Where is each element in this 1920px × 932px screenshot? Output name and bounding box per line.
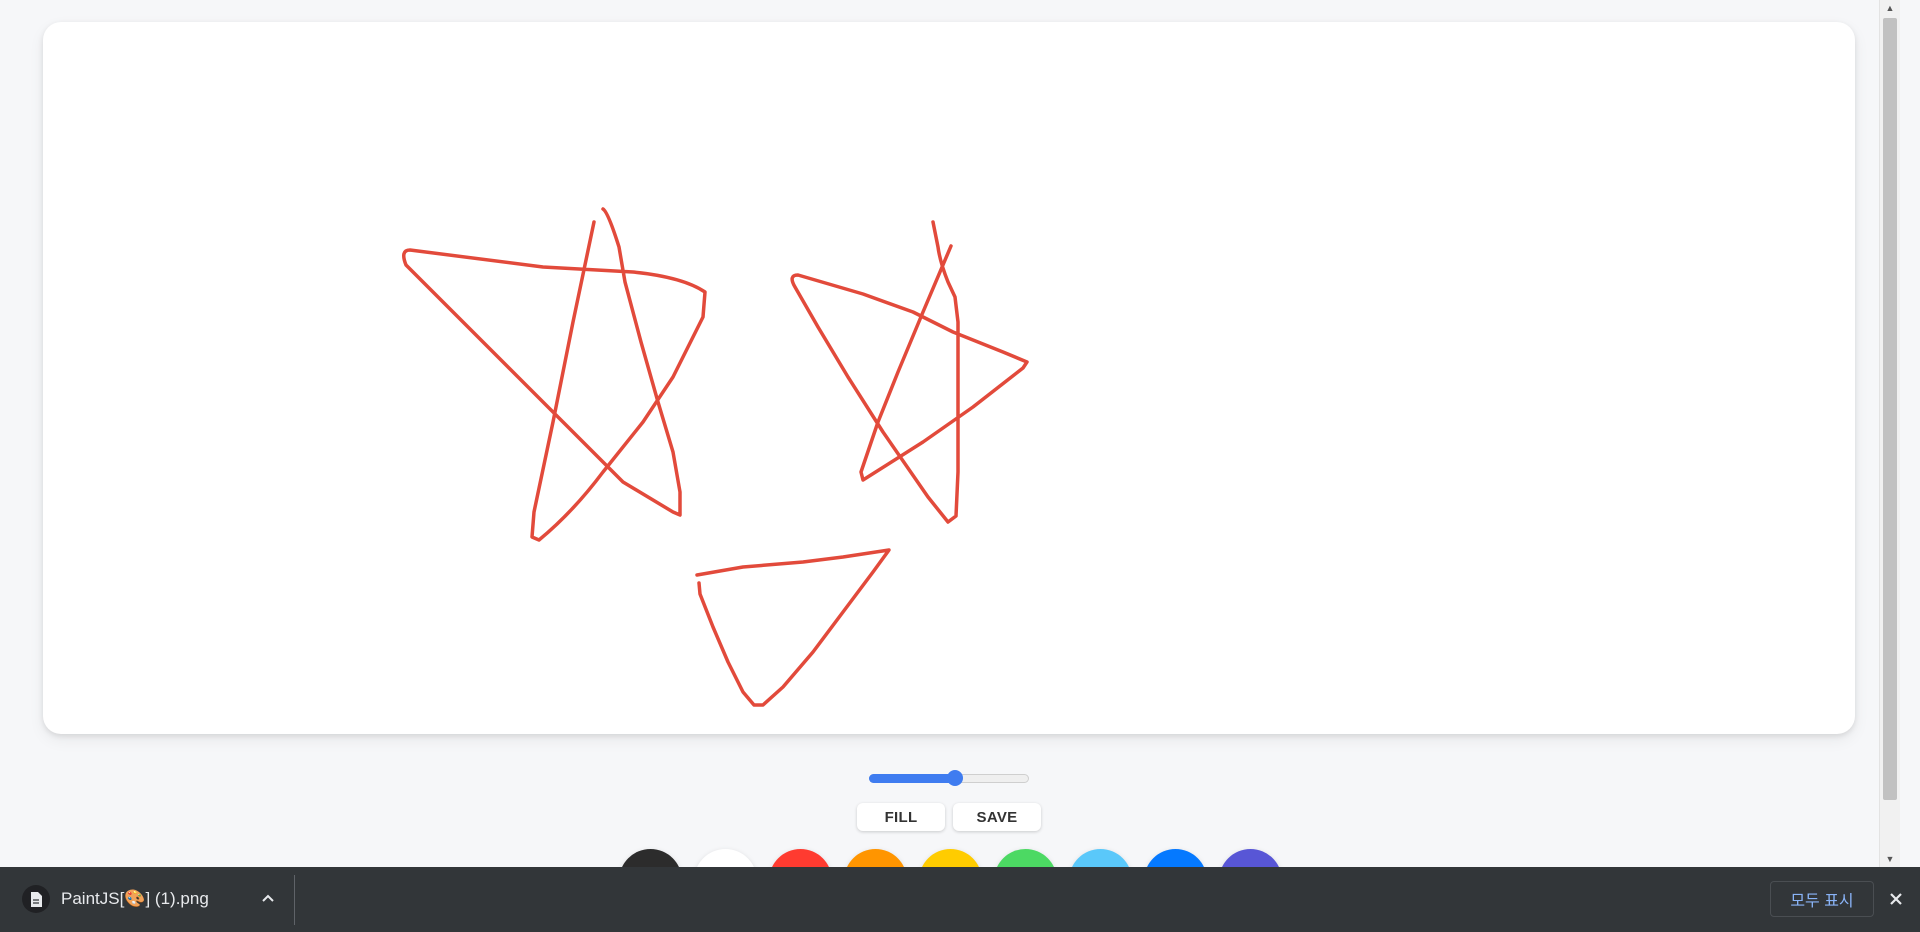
color-palette <box>619 849 1282 867</box>
paint-app: FILL SAVE ▲ ▼ <box>0 0 1900 867</box>
download-bar: PaintJS[🎨] (1).png 모두 표시 <box>0 867 1920 932</box>
download-divider <box>294 875 295 925</box>
download-item[interactable]: PaintJS[🎨] (1).png <box>0 867 294 932</box>
color-swatch-green[interactable] <box>994 849 1057 867</box>
stroke-triangle <box>695 548 891 707</box>
drawing-canvas[interactable] <box>43 22 1855 734</box>
scroll-up-arrow-icon[interactable]: ▲ <box>1880 0 1900 16</box>
color-swatch-yellow[interactable] <box>919 849 982 867</box>
slider-thumb[interactable] <box>947 770 964 786</box>
chevron-up-icon[interactable] <box>258 887 278 909</box>
file-icon <box>22 885 50 913</box>
canvas-drawing <box>402 207 1029 707</box>
scroll-down-arrow-icon[interactable]: ▼ <box>1880 851 1900 867</box>
color-swatch-skyblue[interactable] <box>1069 849 1132 867</box>
color-swatch-white[interactable] <box>694 849 757 867</box>
color-swatch-black[interactable] <box>619 849 682 867</box>
color-swatch-blue[interactable] <box>1144 849 1207 867</box>
color-swatch-red[interactable] <box>769 849 832 867</box>
vertical-scrollbar[interactable]: ▲ ▼ <box>1879 0 1900 867</box>
color-swatch-purple[interactable] <box>1219 849 1282 867</box>
close-icon[interactable] <box>1884 887 1908 911</box>
download-file-name: PaintJS[🎨] (1).png <box>61 889 209 908</box>
show-all-button[interactable]: 모두 표시 <box>1770 881 1874 917</box>
color-swatch-orange[interactable] <box>844 849 907 867</box>
fill-button[interactable]: FILL <box>857 803 945 831</box>
stroke-star-right <box>790 220 1029 524</box>
slider-fill <box>869 774 956 783</box>
stroke-star-left <box>402 207 707 542</box>
save-button[interactable]: SAVE <box>953 803 1041 831</box>
scrollbar-thumb[interactable] <box>1883 18 1897 800</box>
brush-size-slider[interactable] <box>869 770 1029 786</box>
